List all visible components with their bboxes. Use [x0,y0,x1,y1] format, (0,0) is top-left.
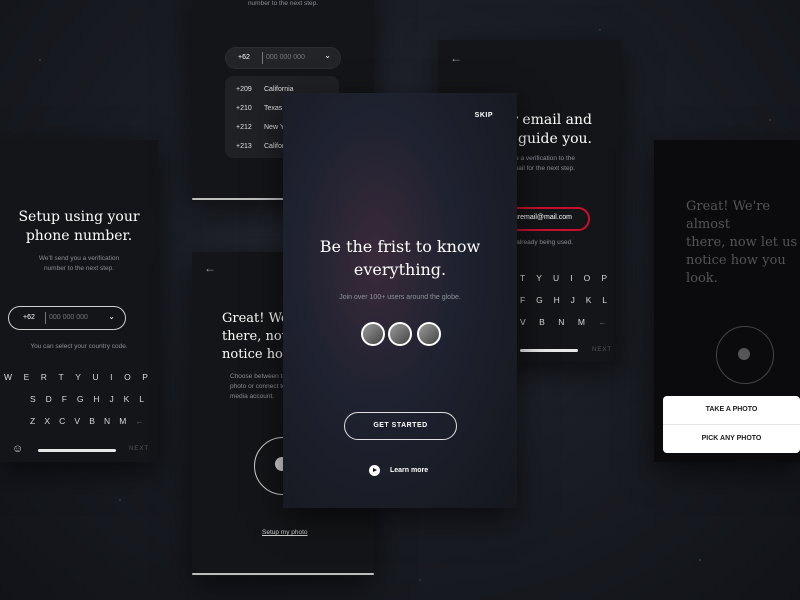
next-button[interactable]: NEXT [592,347,612,353]
keyboard-row-3: V B N M ← [520,317,607,327]
emoji-icon[interactable]: ☺ [12,443,23,455]
country-code: +62 [23,314,35,321]
phone-placeholder: 000 000 000 [266,54,305,61]
keyboard-row-1: T Y U I O P [520,273,607,283]
country-hint: You can select your country code. [30,343,128,350]
keyboard-row-3: Z X C V B N M ← [30,416,144,426]
home-indicator [38,449,116,452]
keyboard: T Y U I O P F G H J K L V B N M ← [520,273,607,339]
get-started-button[interactable]: GET STARTED [344,412,457,440]
next-button[interactable]: NEXT [129,446,149,452]
home-indicator [192,573,374,575]
phone-setup-screen: Setup using your phone number. We'll sen… [0,140,158,462]
setup-photo-link[interactable]: Setup my photo [262,529,308,536]
keyboard-row-1: W E R T Y U I O P [4,372,148,382]
keyboard: W E R T Y U I O P S D F G H J K L Z X C … [4,372,148,438]
play-icon[interactable] [369,465,380,476]
keyboard-row-2: F G H J K L [520,295,607,305]
backspace-key[interactable]: ← [135,416,144,426]
photo-upload-circle [716,326,774,384]
country-select-description: number to the next step. [247,0,319,7]
home-indicator [520,349,578,352]
phone-setup-description: We'll send you a verification number to … [38,255,120,272]
photo-action-sheet: TAKE A PHOTO PICK ANY PHOTO [663,396,800,453]
phone-setup-title: Setup using your phone number. [18,209,140,244]
pick-photo-button[interactable]: PICK ANY PHOTO [663,425,800,453]
back-arrow-icon[interactable]: ← [204,261,216,275]
camera-icon [738,348,750,360]
photo-choice-title: Great! We're almost there, now let us no… [686,199,798,286]
welcome-headline: Be the frist to know everything. [319,237,481,279]
back-arrow-icon[interactable]: ← [450,51,462,65]
welcome-screen: SKIP Be the frist to know everything. Jo… [283,93,517,508]
country-code: +62 [238,54,250,61]
chevron-down-icon[interactable]: ⌄ [108,312,115,321]
phone-number-field[interactable]: +62 000 000 000 ⌄ [8,306,126,330]
phone-number-field[interactable]: +62 000 000 000 ⌄ [225,47,341,69]
chevron-down-icon[interactable]: ⌄ [324,51,331,60]
welcome-subtext: Join over 100+ users around the globe. [339,294,461,301]
backspace-key[interactable]: ← [598,317,607,327]
skip-button[interactable]: SKIP [475,112,493,119]
keyboard-row-2: S D F G H J K L [30,394,144,404]
phone-placeholder: 000 000 000 [49,314,88,321]
avatar [417,322,441,346]
take-photo-button[interactable]: TAKE A PHOTO [663,396,800,425]
avatar [361,322,385,346]
learn-more-link[interactable]: Learn more [390,467,428,474]
avatar [388,322,412,346]
